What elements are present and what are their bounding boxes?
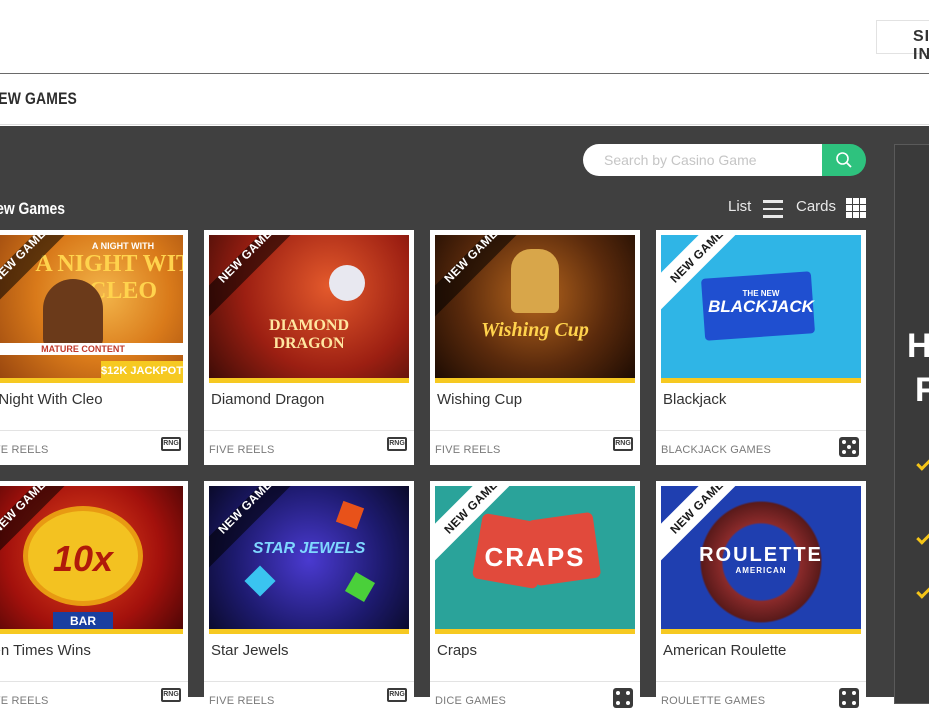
dice-icon — [839, 688, 859, 708]
mature-badge: MATURE CONTENT — [0, 343, 183, 355]
new-game-ribbon: NEW GAME — [0, 486, 73, 576]
game-thumbnail[interactable]: A NIGHT WITH A NIGHT WITH CLEO MATURE CO… — [0, 235, 183, 383]
game-name[interactable]: Diamond Dragon — [211, 391, 324, 408]
search-button[interactable] — [822, 144, 866, 176]
game-thumbnail[interactable]: DIAMOND DRAGON NEW GAME — [209, 235, 409, 383]
check-icon — [916, 455, 929, 471]
promo-panel: H F — [894, 144, 929, 704]
game-name[interactable]: A Night With Cleo — [0, 391, 103, 408]
game-name[interactable]: Ten Times Wins — [0, 642, 91, 659]
game-thumbnail[interactable]: STAR JEWELS NEW GAME — [209, 486, 409, 634]
new-game-ribbon: NEW GAME — [0, 235, 73, 325]
new-game-ribbon: NEW GAME — [435, 486, 525, 576]
game-name[interactable]: Craps — [437, 642, 477, 659]
game-category: BLACKJACK GAMES — [661, 444, 771, 456]
promo-heading-line1: H — [907, 327, 929, 365]
game-name[interactable]: Star Jewels — [211, 642, 289, 659]
rng-icon: RNG — [387, 688, 407, 702]
rng-icon: RNG — [613, 437, 633, 451]
search-input[interactable] — [583, 144, 823, 176]
game-name[interactable]: American Roulette — [663, 642, 786, 659]
search-bar — [583, 144, 866, 176]
grid-icon[interactable] — [846, 198, 866, 218]
game-category: FIVE REELS — [209, 444, 275, 456]
new-game-ribbon: NEW GAME — [209, 486, 299, 576]
promo-heading-line2: F — [915, 371, 929, 409]
nav-bar: NEW GAMES — [0, 75, 929, 125]
game-category: FIVE REELS — [0, 444, 49, 456]
rng-icon: RNG — [161, 437, 181, 451]
check-icon — [916, 529, 929, 545]
diamond-illustration — [329, 265, 365, 301]
game-thumbnail[interactable]: Wishing Cup NEW GAME — [435, 235, 635, 383]
game-card[interactable]: Wishing Cup NEW GAME Wishing Cup FIVE RE… — [430, 230, 640, 465]
new-game-ribbon: NEW GAME — [209, 235, 299, 325]
main-content: New Games List Cards H F A NIGHT WITH A … — [0, 126, 929, 711]
game-card[interactable]: CRAPS NEW GAME Craps DICE GAMES — [430, 481, 640, 711]
game-card[interactable]: THE NEW BLACKJACK NEW GAME Blackjack BLA… — [656, 230, 866, 465]
game-category: FIVE REELS — [435, 444, 501, 456]
section-title: New Games — [0, 199, 66, 218]
game-thumbnail[interactable]: ROULETTE AMERICAN NEW GAME — [661, 486, 861, 634]
dice-icon — [613, 688, 633, 708]
rng-icon: RNG — [387, 437, 407, 451]
game-thumbnail[interactable]: 10x BAR NEW GAME — [0, 486, 183, 634]
sign-in-button[interactable]: SIGN IN — [876, 20, 929, 63]
top-bar: SIGN IN — [0, 0, 929, 74]
jewel-illustration — [344, 571, 376, 603]
list-icon[interactable] — [763, 200, 783, 218]
new-game-ribbon: NEW GAME — [435, 235, 525, 325]
nav-title[interactable]: NEW GAMES — [0, 89, 77, 109]
game-card[interactable]: A NIGHT WITH A NIGHT WITH CLEO MATURE CO… — [0, 230, 188, 465]
rng-icon: RNG — [161, 688, 181, 702]
dice-icon — [839, 437, 859, 457]
game-card[interactable]: DIAMOND DRAGON NEW GAME Diamond Dragon F… — [204, 230, 414, 465]
jewel-illustration — [335, 500, 365, 530]
new-game-ribbon: NEW GAME — [661, 235, 751, 325]
game-name[interactable]: Blackjack — [663, 391, 726, 408]
cards-view-label[interactable]: Cards — [796, 198, 836, 215]
list-view-label[interactable]: List — [728, 198, 751, 215]
game-thumbnail[interactable]: CRAPS NEW GAME — [435, 486, 635, 634]
new-game-ribbon: NEW GAME — [661, 486, 751, 576]
game-name[interactable]: Wishing Cup — [437, 391, 522, 408]
game-card[interactable]: 10x BAR NEW GAME Ten Times Wins FIVE REE… — [0, 481, 188, 711]
check-icon — [916, 583, 929, 599]
search-icon — [836, 152, 852, 168]
bar-symbol: BAR — [53, 612, 113, 630]
game-card[interactable]: STAR JEWELS NEW GAME Star Jewels FIVE RE… — [204, 481, 414, 711]
game-card[interactable]: ROULETTE AMERICAN NEW GAME American Roul… — [656, 481, 866, 711]
game-thumbnail[interactable]: THE NEW BLACKJACK NEW GAME — [661, 235, 861, 383]
